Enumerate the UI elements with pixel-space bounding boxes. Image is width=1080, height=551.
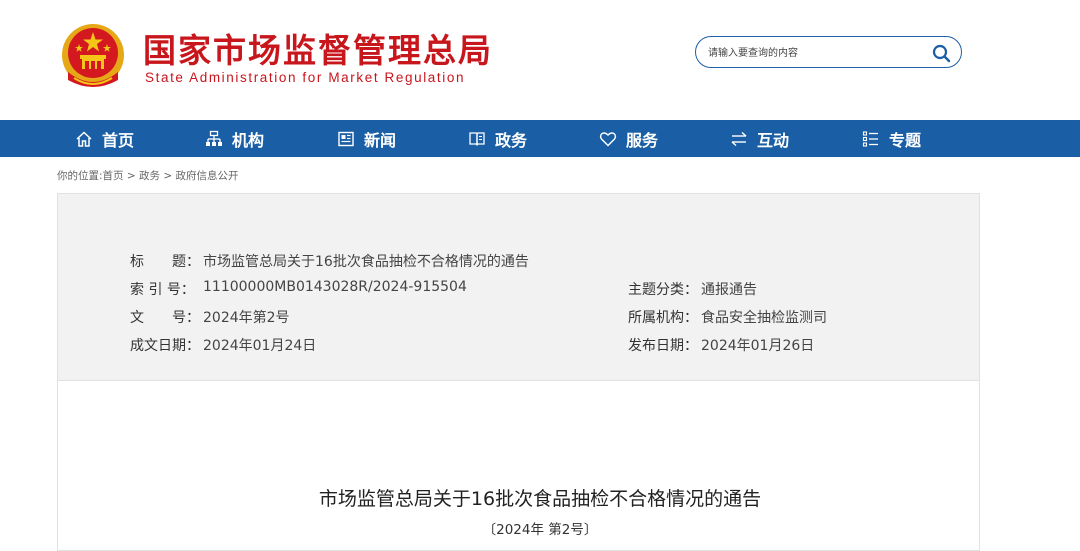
topic-label: 主题分类： [628, 282, 698, 298]
breadcrumb-separator: > [123, 170, 140, 182]
breadcrumb-affairs[interactable]: 政务 [139, 170, 160, 182]
docno-value: 2024年第2号 [203, 310, 290, 326]
nav-item-home[interactable]: 首页 [75, 120, 134, 157]
title-value: 市场监管总局关于16批次食品抽检不合格情况的通告 [203, 254, 529, 270]
org-chart-icon [205, 130, 223, 148]
topic-value: 通报通告 [701, 282, 757, 298]
nav-item-interaction[interactable]: 互动 [730, 120, 789, 157]
docno-label: 文 号： [130, 310, 200, 326]
nav-label: 互动 [757, 130, 790, 150]
site-header: 国家市场监督管理总局 State Administration for Mark… [0, 0, 1080, 120]
nav-label: 专题 [889, 130, 922, 150]
home-icon [75, 130, 93, 148]
newspaper-icon [337, 130, 355, 148]
list-icon [862, 130, 880, 148]
national-emblem-icon[interactable] [60, 22, 126, 92]
site-name-cn[interactable]: 国家市场监督管理总局 [143, 24, 493, 72]
breadcrumb-home[interactable]: 首页 [103, 170, 124, 182]
search-box [695, 36, 962, 68]
nav-item-topics[interactable]: 专题 [862, 120, 921, 157]
breadcrumb-gov-info[interactable]: 政府信息公开 [176, 170, 239, 182]
nav-label: 机构 [232, 130, 265, 150]
search-icon[interactable] [931, 43, 951, 63]
nav-item-org[interactable]: 机构 [205, 120, 264, 157]
breadcrumb-prefix: 你的位置: [57, 170, 103, 182]
written-date-label: 成文日期： [130, 338, 200, 354]
title-label: 标 题： [130, 254, 200, 270]
exchange-icon [730, 130, 748, 148]
org-label: 所属机构： [628, 310, 698, 326]
nav-item-services[interactable]: 服务 [599, 120, 658, 157]
org-value: 食品安全抽检监测司 [701, 310, 827, 326]
nav-item-news[interactable]: 新闻 [337, 120, 396, 157]
breadcrumb-separator: > [160, 170, 176, 182]
main-nav: 首页 机构 新闻 政务 服务 互动 专题 [0, 120, 1080, 157]
search-input[interactable] [708, 43, 923, 63]
published-date-value: 2024年01月26日 [701, 338, 815, 354]
nav-label: 首页 [102, 130, 135, 150]
book-icon [468, 130, 486, 148]
nav-item-affairs[interactable]: 政务 [468, 120, 527, 157]
document-title: 市场监管总局关于16批次食品抽检不合格情况的通告 [318, 488, 762, 510]
heart-icon [599, 130, 617, 148]
document-number: 〔2024年 第2号〕 [482, 522, 598, 538]
site-name-en: State Administration for Market Regulati… [145, 70, 466, 85]
index-value: 11100000MB0143028R/2024-915504 [203, 279, 467, 295]
nav-label: 政务 [495, 130, 528, 150]
nav-label: 新闻 [364, 130, 397, 150]
index-label: 索 引 号： [130, 282, 195, 298]
published-date-label: 发布日期： [628, 338, 698, 354]
nav-label: 服务 [626, 130, 659, 150]
breadcrumb: 你的位置:首页 > 政务 > 政府信息公开 [57, 168, 239, 183]
written-date-value: 2024年01月24日 [203, 338, 317, 354]
